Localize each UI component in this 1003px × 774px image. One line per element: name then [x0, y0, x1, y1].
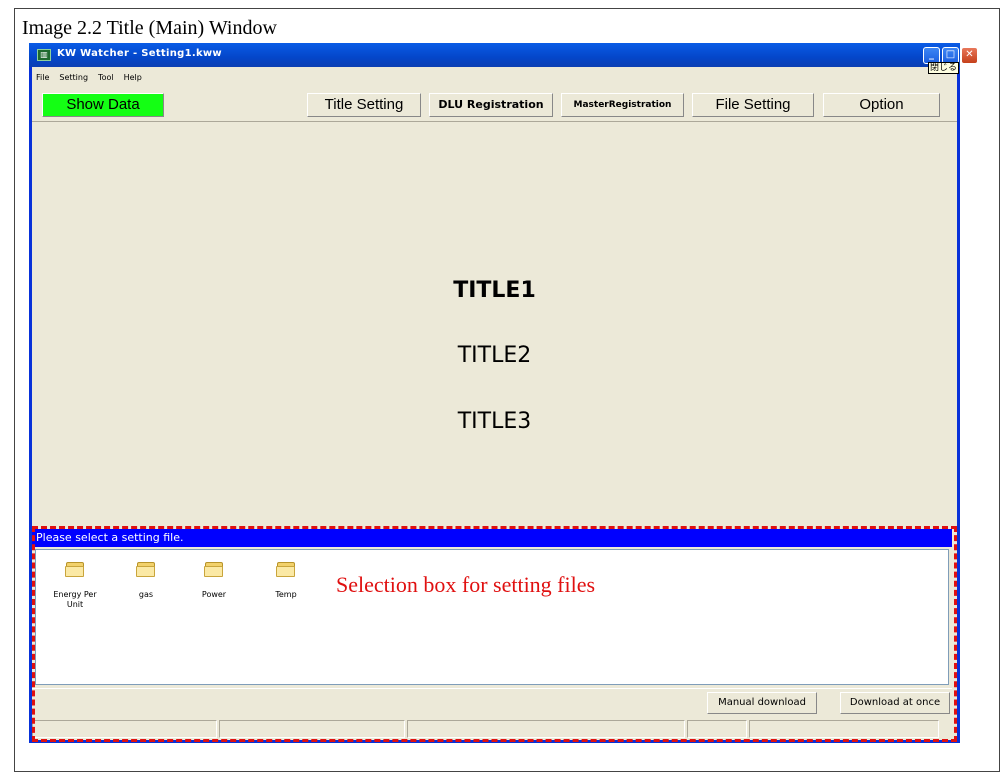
title-2: TITLE2: [457, 343, 532, 368]
menu-setting[interactable]: Setting: [59, 70, 88, 86]
selection-highlight-box: [32, 526, 957, 742]
menu-file[interactable]: File: [36, 70, 49, 86]
dlu-registration-button[interactable]: DLU Registration: [429, 93, 553, 117]
title-3: TITLE3: [457, 409, 532, 434]
menu-bar: File Setting Tool Help: [32, 70, 142, 86]
title-bar: ▥ KW Watcher - Setting1.kww _ □ ✕: [29, 43, 978, 67]
figure-caption: Image 2.2 Title (Main) Window: [22, 17, 277, 39]
show-data-button[interactable]: Show Data: [42, 93, 164, 117]
window-title: KW Watcher - Setting1.kww: [57, 48, 222, 59]
close-tooltip: 閉じる: [928, 62, 960, 74]
file-setting-button[interactable]: File Setting: [692, 93, 814, 117]
title-setting-button[interactable]: Title Setting: [307, 93, 421, 117]
title-1: TITLE1: [453, 278, 536, 303]
title-display-area: TITLE1 TITLE2 TITLE3: [32, 123, 957, 524]
option-button[interactable]: Option: [823, 93, 940, 117]
app-icon: ▥: [37, 49, 51, 61]
menu-tool[interactable]: Tool: [98, 70, 114, 86]
close-icon[interactable]: ✕: [961, 47, 978, 64]
toolbar: Show Data Title Setting DLU Registration…: [32, 88, 957, 122]
menu-help[interactable]: Help: [124, 70, 142, 86]
master-registration-button[interactable]: MasterRegistration: [561, 93, 684, 117]
